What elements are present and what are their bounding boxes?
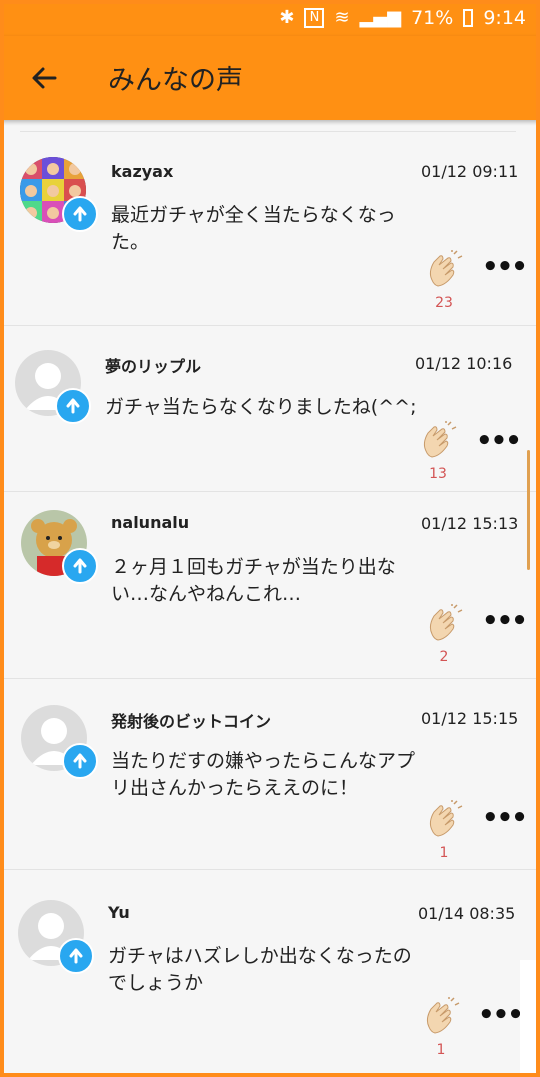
bluetooth-icon: ✱ bbox=[279, 7, 295, 28]
app-bar: みんなの声 bbox=[0, 36, 540, 120]
scrollbar[interactable] bbox=[527, 450, 530, 570]
post-time: 01/12 09:11 bbox=[421, 162, 519, 181]
upload-arrow-icon bbox=[73, 558, 87, 574]
post-message: ガチャ当たらなくなりましたね(^^; bbox=[105, 396, 417, 418]
post-card: nalunalu 01/12 15:13 ２ヶ月１回もガチャが当たり出ない…なん… bbox=[4, 492, 536, 679]
more-button[interactable]: ••• bbox=[482, 803, 528, 833]
clap-count: 1 bbox=[436, 1042, 446, 1058]
nfc-icon: N bbox=[304, 8, 325, 28]
wifi-icon: ≋ bbox=[334, 7, 350, 28]
battery-percent: 71% bbox=[411, 7, 454, 29]
clap-count: 2 bbox=[439, 649, 449, 665]
post-time: 01/14 08:35 bbox=[418, 904, 516, 923]
upload-badge[interactable] bbox=[62, 743, 98, 779]
upload-badge[interactable] bbox=[62, 548, 98, 584]
post-message: ガチャはハズレしか出なくなったのでしょうか bbox=[108, 945, 412, 994]
more-button[interactable]: ••• bbox=[482, 606, 528, 636]
more-button[interactable]: ••• bbox=[482, 252, 528, 282]
clap-count: 13 bbox=[429, 466, 447, 482]
clapping-hands-icon[interactable] bbox=[424, 250, 464, 290]
post-author: nalunalu bbox=[111, 513, 190, 532]
arrow-left-icon bbox=[32, 67, 57, 89]
battery-icon bbox=[463, 9, 474, 27]
post-author: kazyax bbox=[111, 162, 174, 181]
signal-icon: ▂▄▆ bbox=[359, 7, 402, 28]
post-time: 01/12 15:15 bbox=[421, 709, 519, 728]
upload-badge[interactable] bbox=[55, 388, 91, 424]
more-button[interactable]: ••• bbox=[478, 1000, 524, 1030]
post-message: 最近ガチャが全く当たらなくなった。 bbox=[111, 204, 396, 253]
upload-arrow-icon bbox=[66, 398, 80, 414]
post-author: 夢のリップル bbox=[105, 357, 202, 376]
post-message: 当たりだすの嫌やったらこんなアプリ出さんかったらええのに！ bbox=[111, 750, 416, 799]
post-card: 発射後のビットコイン 01/12 15:15 当たりだすの嫌やったらこんなアプリ… bbox=[4, 679, 536, 870]
clapping-hands-icon[interactable] bbox=[418, 421, 458, 461]
upload-arrow-icon bbox=[73, 206, 87, 222]
page-title: みんなの声 bbox=[108, 65, 243, 96]
post-list[interactable]: kazyax 01/12 09:11 最近ガチャが全く当たらなくなった。 23 … bbox=[4, 120, 536, 1073]
more-button[interactable]: ••• bbox=[476, 426, 522, 456]
upload-arrow-icon bbox=[73, 753, 87, 769]
scroll-edge bbox=[520, 960, 536, 1073]
upload-arrow-icon bbox=[69, 948, 83, 964]
status-bar: ✱ N ≋ ▂▄▆ 71% 9:14 bbox=[0, 0, 540, 36]
post-time: 01/12 10:16 bbox=[415, 354, 513, 373]
post-card: 夢のリップル 01/12 10:16 ガチャ当たらなくなりましたね(^^; 13… bbox=[4, 326, 536, 492]
post-message: ２ヶ月１回もガチャが当たり出ない…なんやねんこれ… bbox=[111, 556, 396, 605]
clap-count: 23 bbox=[435, 295, 453, 311]
post-card: kazyax 01/12 09:11 最近ガチャが全く当たらなくなった。 23 … bbox=[4, 132, 536, 326]
clapping-hands-icon[interactable] bbox=[424, 800, 464, 840]
post-time: 01/12 15:13 bbox=[421, 514, 519, 533]
upload-badge[interactable] bbox=[62, 196, 98, 232]
post-card: Yu 01/14 08:35 ガチャはハズレしか出なくなったのでしょうか 1 •… bbox=[4, 870, 536, 1073]
back-button[interactable] bbox=[22, 56, 66, 100]
upload-badge[interactable] bbox=[58, 938, 94, 974]
clapping-hands-icon[interactable] bbox=[421, 997, 461, 1037]
post-author: Yu bbox=[108, 903, 130, 922]
clock: 9:14 bbox=[483, 7, 526, 29]
post-author: 発射後のビットコイン bbox=[111, 712, 272, 731]
clapping-hands-icon[interactable] bbox=[424, 604, 464, 644]
clap-count: 1 bbox=[439, 845, 449, 861]
